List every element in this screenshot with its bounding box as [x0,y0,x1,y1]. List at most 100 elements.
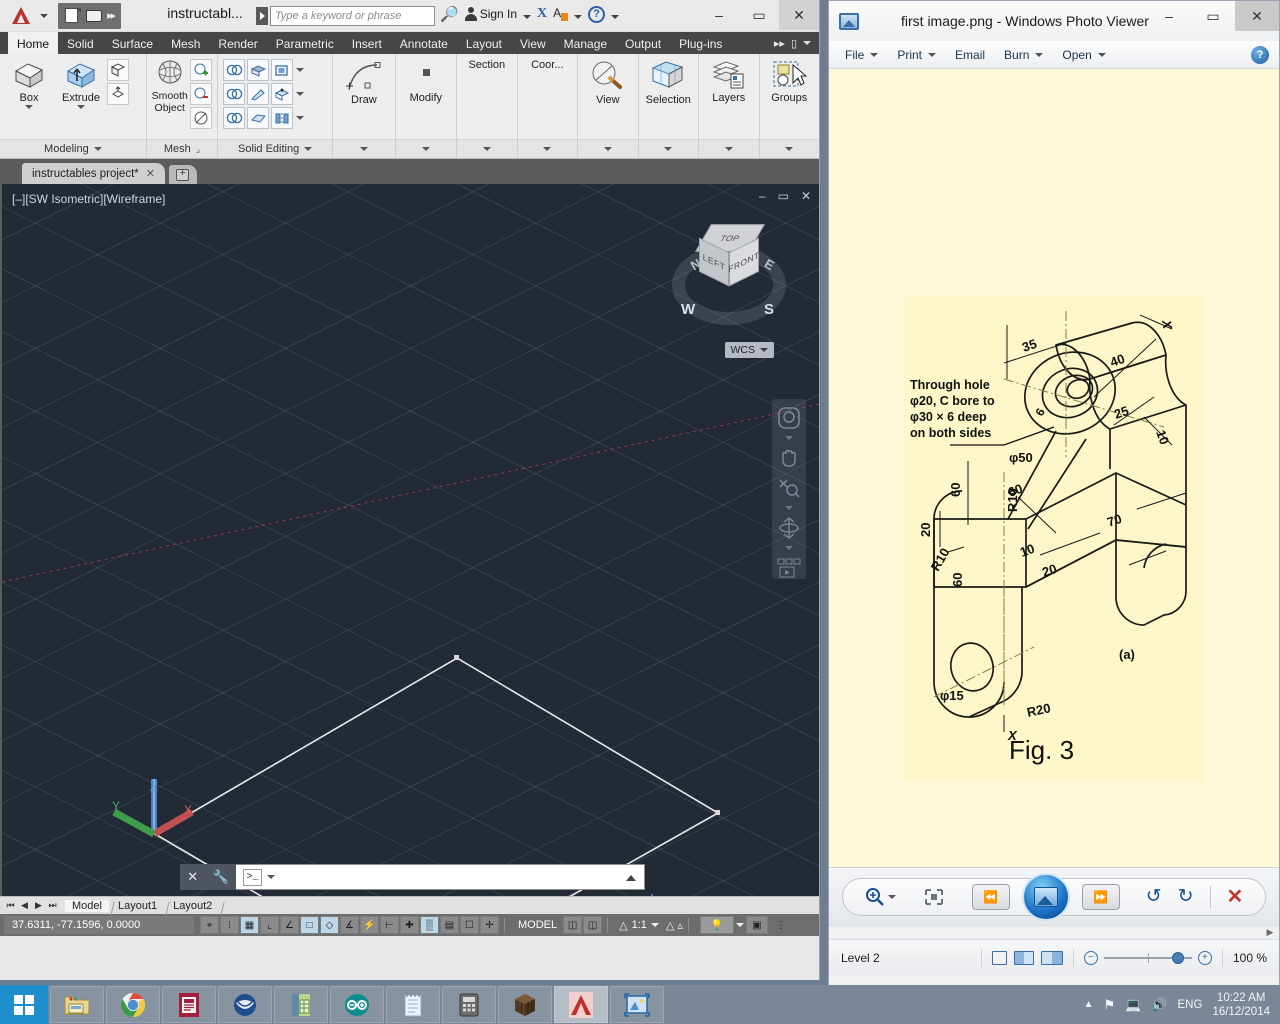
workspace-switch-icon[interactable]: 💡 [699,916,734,934]
chevron-down-icon[interactable] [928,52,937,57]
pv-minimize-button[interactable]: – [1147,1,1191,31]
show-hidden-icons[interactable]: ▲ [1084,999,1094,1010]
status-menu-icon[interactable]: ⋮ [769,916,792,934]
showmotion-icon[interactable] [776,557,802,579]
next-button[interactable]: ⏩ [1081,883,1120,910]
binoculars-icon[interactable]: 🔎 [440,5,459,23]
panel-title-modeling[interactable]: Modeling [0,139,146,158]
ribbon-tab-surface[interactable]: Surface [103,32,162,54]
first-layout-icon[interactable]: ⏮ [4,900,17,911]
ribbon-tab-view[interactable]: View [511,32,555,54]
workspace-caret-icon[interactable] [735,923,744,927]
groups-panel-caret-icon[interactable] [785,147,794,151]
menu-item-email[interactable]: Email [947,45,993,65]
ribbon-tab-mesh[interactable]: Mesh [162,32,209,54]
3d-object-snap-toggle[interactable]: ◇ [320,916,339,934]
close-button[interactable]: ✕ [779,0,819,30]
zoom-out-button[interactable]: − [1083,950,1098,965]
new-file-icon[interactable] [65,8,81,23]
delete-face-icon[interactable] [247,107,270,129]
ribbon-minimize-icon[interactable]: ▯ [791,37,797,50]
layout-tab-model[interactable]: Model [65,899,109,912]
flag-icon[interactable]: ⚑ [1103,997,1115,1013]
taskbar-item-thunderbird[interactable] [218,986,272,1023]
quick-properties-toggle[interactable]: ✛ [480,916,499,934]
ribbon-overflow-icon[interactable]: ▸▸ [774,37,785,50]
panel-title-mesh[interactable]: Mesh ⌟ [146,139,218,158]
selection-panel-button[interactable]: Selection [642,57,694,106]
clock-date[interactable]: 16/12/2014 [1212,1005,1270,1019]
ribbon-tab-annotate[interactable]: Annotate [391,32,457,54]
command-close-icon[interactable]: ✕ [187,869,198,885]
wrench-icon[interactable]: 🔧 [213,869,229,885]
snap-mode-toggle[interactable]: ⁝ [220,916,239,934]
smooth-less-icon[interactable] [189,83,212,105]
offset-face-icon[interactable] [271,83,294,105]
ribbon-tab-insert[interactable]: Insert [343,32,391,54]
ribbon-tab-home[interactable]: Home [8,32,59,54]
help-icon[interactable]: ? [1251,45,1269,64]
next-layout-icon[interactable]: ▶ [32,900,45,911]
panel-title-view[interactable] [578,139,638,158]
annotation-scale-label[interactable]: 1:1 [632,919,647,931]
smooth-object-button[interactable]: Smooth Object [150,57,190,114]
coordinates-panel-caret-icon[interactable] [543,147,552,151]
ribbon-tab-plugins[interactable]: Plug-ins [670,32,731,54]
solid-extrude-face-icon[interactable] [247,59,270,81]
minimize-button[interactable]: – [699,0,739,30]
chevron-down-icon[interactable] [1035,52,1044,57]
ribbon-tab-layout[interactable]: Layout [457,32,511,54]
taskbar-item-calculator[interactable] [442,986,496,1023]
scroll-right-icon[interactable]: ▶ [1263,927,1277,938]
zoom-slider[interactable]: − + [1083,950,1212,965]
layers-panel-caret-icon[interactable] [724,147,733,151]
two-page-icon[interactable] [1013,950,1034,965]
taskbar-item-file-explorer[interactable] [50,986,104,1023]
union-icon[interactable] [223,59,246,81]
transparency-toggle[interactable]: ▒ [420,916,439,934]
zoom-extents-icon[interactable] [776,476,802,498]
panel-title-draw[interactable] [333,139,395,158]
taskbar-item-arduino-ide[interactable] [330,986,384,1023]
volume-icon[interactable]: 🔊 [1151,997,1167,1013]
book-view-icon[interactable] [1040,950,1063,965]
panel-title-groups[interactable] [759,139,819,158]
command-history-caret-icon[interactable] [267,875,275,879]
modify-panel-button[interactable]: Modify [400,57,452,104]
layout-tab-layout2[interactable]: Layout2 [166,900,219,912]
sign-in-button[interactable]: Sign In [464,7,517,21]
menu-item-open[interactable]: Open [1054,45,1113,65]
dynamic-input-toggle[interactable]: ⊢ [380,916,399,934]
ribbon-tab-solid[interactable]: Solid [58,32,103,54]
layers-panel-button[interactable]: Layers [703,57,755,104]
help-caret-icon[interactable] [611,14,620,19]
application-menu-button[interactable] [4,2,38,30]
modeling-panel-caret-icon[interactable] [93,147,102,151]
pan-hand-icon[interactable] [776,447,802,469]
command-prompt-icon[interactable]: >_ [243,868,262,886]
groups-panel-button[interactable]: Groups [763,57,815,104]
zoom-knob[interactable] [1171,951,1184,964]
help-icon[interactable]: ? [588,5,606,23]
chevron-down-icon[interactable] [1097,52,1106,57]
layout-viewport-icon[interactable]: ◫ [563,916,583,934]
annotation-monitor-toggle[interactable]: ☐ [460,916,479,934]
ribbon-tab-manage[interactable]: Manage [555,32,616,54]
taskbar-item-google-chrome[interactable] [106,986,160,1023]
clean-screen-icon[interactable]: ▣ [745,916,768,934]
object-snap-toggle[interactable]: □ [300,916,319,934]
extrude-tool-button[interactable]: Extrude [55,57,107,109]
delete-icon[interactable]: ✕ [1227,884,1244,909]
view-panel-caret-icon[interactable] [603,147,612,151]
displayed-image[interactable]: 35 40 25 10 φ50 6 60 20 R10 R10 60 60 10… [904,297,1204,781]
sign-in-caret-icon[interactable] [523,14,532,19]
viewcube[interactable]: TOP LEFT FRONT N E S W [669,219,789,339]
separate-icon[interactable] [271,107,294,129]
autodesk-exchange-icon[interactable]: X [537,6,547,22]
taskbar-item-minecraft[interactable] [498,986,552,1023]
solid-editing-row1-caret-icon[interactable] [295,68,304,72]
application-menu-caret[interactable] [40,13,48,18]
horizontal-scrollbar[interactable]: ▶ [829,925,1279,939]
panel-title-layers[interactable] [699,139,759,158]
title-expand-arrow[interactable] [256,7,268,25]
